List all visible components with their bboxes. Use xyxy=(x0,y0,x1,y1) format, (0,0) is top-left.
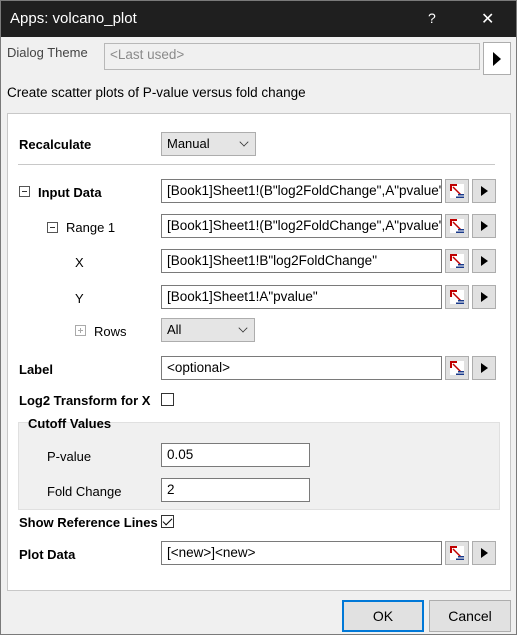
collapse-input-data-icon[interactable] xyxy=(19,186,30,197)
cutoff-values-title: Cutoff Values xyxy=(28,416,112,431)
x-label: X xyxy=(75,255,84,270)
title-bar: Apps: volcano_plot ? ✕ xyxy=(1,1,516,37)
input-data-field[interactable]: [Book1]Sheet1!(B"log2FoldChange",A"pvalu… xyxy=(161,179,442,203)
ok-button[interactable]: OK xyxy=(342,600,424,632)
help-button[interactable]: ? xyxy=(428,10,436,26)
plot-data-label: Plot Data xyxy=(19,547,76,562)
x-menu-button[interactable] xyxy=(472,249,496,273)
rows-value: All xyxy=(167,322,182,337)
chevron-down-icon xyxy=(238,323,248,333)
plot-data-menu-button[interactable] xyxy=(472,541,496,565)
volcano-plot-dialog: Apps: volcano_plot ? ✕ Dialog Theme <Las… xyxy=(0,0,517,635)
y-label: Y xyxy=(75,291,84,306)
show-reference-lines-label: Show Reference Lines xyxy=(19,515,158,530)
chevron-down-icon xyxy=(239,137,249,147)
separator xyxy=(18,164,495,165)
close-button[interactable]: ✕ xyxy=(481,9,494,29)
select-plot-data-button[interactable] xyxy=(445,541,469,565)
fold-change-field[interactable]: 2 xyxy=(161,478,310,502)
plot-data-field[interactable]: [<new>]<new> xyxy=(161,541,442,565)
log2-transform-label: Log2 Transform for X xyxy=(19,393,151,408)
collapse-range1-icon[interactable] xyxy=(47,222,58,233)
label-field[interactable]: <optional> xyxy=(161,356,442,380)
range1-label: Range 1 xyxy=(66,220,116,235)
select-range1-button[interactable] xyxy=(445,214,469,238)
window-title: Apps: volcano_plot xyxy=(10,10,137,27)
range-picker-icon xyxy=(450,546,464,560)
select-label-button[interactable] xyxy=(445,356,469,380)
input-data-menu-button[interactable] xyxy=(472,179,496,203)
log2-transform-checkbox[interactable] xyxy=(161,393,174,406)
select-range-button[interactable] xyxy=(445,179,469,203)
range-picker-icon xyxy=(450,290,464,304)
show-reference-lines-checkbox[interactable] xyxy=(161,515,174,528)
range-picker-icon xyxy=(450,184,464,198)
range1-menu-button[interactable] xyxy=(472,214,496,238)
theme-menu-button[interactable] xyxy=(483,42,511,75)
expand-rows-icon[interactable] xyxy=(75,325,86,336)
y-menu-button[interactable] xyxy=(472,285,496,309)
range-picker-icon xyxy=(450,219,464,233)
y-field[interactable]: [Book1]Sheet1!A"pvalue" xyxy=(161,285,442,309)
fold-change-label: Fold Change xyxy=(47,484,122,499)
rows-dropdown[interactable]: All xyxy=(161,318,255,342)
dialog-description: Create scatter plots of P-value versus f… xyxy=(7,85,306,100)
range-picker-icon xyxy=(450,254,464,268)
range1-field[interactable]: [Book1]Sheet1!(B"log2FoldChange",A"pvalu… xyxy=(161,214,442,238)
label-menu-button[interactable] xyxy=(472,356,496,380)
cancel-button[interactable]: Cancel xyxy=(429,600,511,632)
select-x-button[interactable] xyxy=(445,249,469,273)
recalculate-label: Recalculate xyxy=(19,137,92,152)
recalculate-dropdown[interactable]: Manual xyxy=(161,132,256,156)
dialog-theme-label: Dialog Theme xyxy=(7,45,88,60)
pvalue-label: P-value xyxy=(47,449,92,464)
x-field[interactable]: [Book1]Sheet1!B"log2FoldChange" xyxy=(161,249,442,273)
recalculate-value: Manual xyxy=(167,136,210,151)
input-data-label: Input Data xyxy=(38,185,102,200)
rows-label: Rows xyxy=(94,324,127,339)
range-picker-icon xyxy=(450,361,464,375)
label-label: Label xyxy=(19,362,53,377)
dialog-theme-field[interactable]: <Last used> xyxy=(104,43,480,70)
select-y-button[interactable] xyxy=(445,285,469,309)
pvalue-field[interactable]: 0.05 xyxy=(161,443,310,467)
